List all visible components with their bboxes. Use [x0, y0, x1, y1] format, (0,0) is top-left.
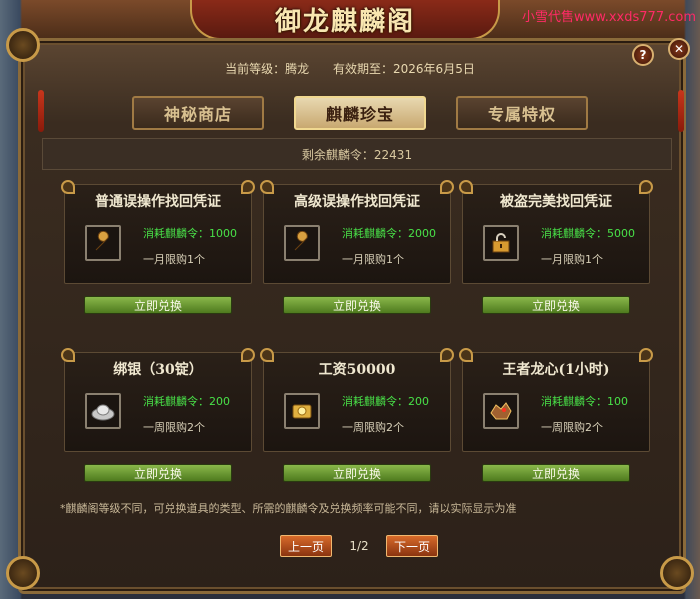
exchange-button[interactable]: 立即兑换 [84, 296, 232, 314]
item-cost: 消耗麒麟令：2000 [342, 227, 436, 240]
item-name: 高级误操作找回凭证 [294, 194, 420, 210]
item-name: 被盗完美找回凭证 [500, 194, 612, 210]
status-line: 当前等级：腾龙 有效期至：2026年6月5日 [0, 60, 700, 77]
tab-bar: 神秘商店 麒麟珍宝 专属特权 [132, 96, 588, 130]
item-card: 普通误操作找回凭证 消耗麒麟令：1000 一月限购1个 [61, 180, 255, 284]
item-card: 工资50000 消耗麒麟令：200 一周限购2个 [260, 348, 454, 452]
item-limit: 一周限购2个 [541, 421, 603, 434]
wrench-icon[interactable] [284, 225, 320, 261]
item-limit: 一月限购1个 [143, 253, 205, 266]
item-cost: 消耗麒麟令：100 [541, 395, 628, 408]
item-card: 绑银（30锭） 消耗麒麟令：200 一周限购2个 [61, 348, 255, 452]
item-limit: 一周限购2个 [143, 421, 205, 434]
tassel-ornament [38, 90, 44, 132]
tab-mystery-shop[interactable]: 神秘商店 [132, 96, 264, 130]
level-text: 当前等级：腾龙 [225, 62, 310, 76]
item-card: 高级误操作找回凭证 消耗麒麟令：2000 一月限购1个 [260, 180, 454, 284]
title-banner: 御龙麒麟阁 [190, 0, 500, 40]
corner-ornament-icon [6, 556, 40, 590]
silver-ingot-icon[interactable] [85, 393, 121, 429]
disclaimer-note: *麒麟阁等级不同，可兑换道具的类型、所需的麒麟令及兑换频率可能不同，请以实际显示… [60, 502, 517, 515]
item-limit: 一月限购1个 [342, 253, 404, 266]
dragon-heart-icon[interactable] [483, 393, 519, 429]
watermark-text: 小雪代售www.xxds777.com [522, 10, 696, 25]
expiry-text: 有效期至：2026年6月5日 [333, 62, 475, 76]
item-cost: 消耗麒麟令：200 [342, 395, 429, 408]
close-button[interactable]: ✕ [668, 38, 690, 60]
tab-qilin-treasure[interactable]: 麒麟珍宝 [294, 96, 426, 130]
page-indicator: 1/2 [349, 539, 369, 553]
pagination: 上一页 1/2 下一页 [280, 535, 438, 557]
next-page-button[interactable]: 下一页 [386, 535, 438, 557]
exchange-button[interactable]: 立即兑换 [482, 464, 630, 482]
item-name: 王者龙心(1小时) [502, 362, 610, 378]
item-name: 绑银（30锭） [113, 362, 203, 378]
lock-icon[interactable] [483, 225, 519, 261]
item-name: 工资50000 [318, 362, 396, 378]
remaining-tokens: 剩余麒麟令：22431 [42, 138, 672, 170]
item-limit: 一周限购2个 [342, 421, 404, 434]
item-name: 普通误操作找回凭证 [95, 194, 221, 210]
tassel-ornament [678, 90, 684, 132]
item-card: 王者龙心(1小时) 消耗麒麟令：100 一周限购2个 [459, 348, 653, 452]
item-cost: 消耗麒麟令：1000 [143, 227, 237, 240]
item-limit: 一月限购1个 [541, 253, 603, 266]
tab-exclusive-privilege[interactable]: 专属特权 [456, 96, 588, 130]
item-cost: 消耗麒麟令：5000 [541, 227, 635, 240]
corner-ornament-icon [660, 556, 694, 590]
exchange-button[interactable]: 立即兑换 [283, 296, 431, 314]
prev-page-button[interactable]: 上一页 [280, 535, 332, 557]
wrench-icon[interactable] [85, 225, 121, 261]
item-card: 被盗完美找回凭证 消耗麒麟令：5000 一月限购1个 [459, 180, 653, 284]
window-title: 御龙麒麟阁 [274, 6, 415, 37]
exchange-button[interactable]: 立即兑换 [482, 296, 630, 314]
gold-scroll-icon[interactable] [284, 393, 320, 429]
item-cost: 消耗麒麟令：200 [143, 395, 230, 408]
exchange-button[interactable]: 立即兑换 [84, 464, 232, 482]
corner-ornament-icon [6, 28, 40, 62]
exchange-button[interactable]: 立即兑换 [283, 464, 431, 482]
